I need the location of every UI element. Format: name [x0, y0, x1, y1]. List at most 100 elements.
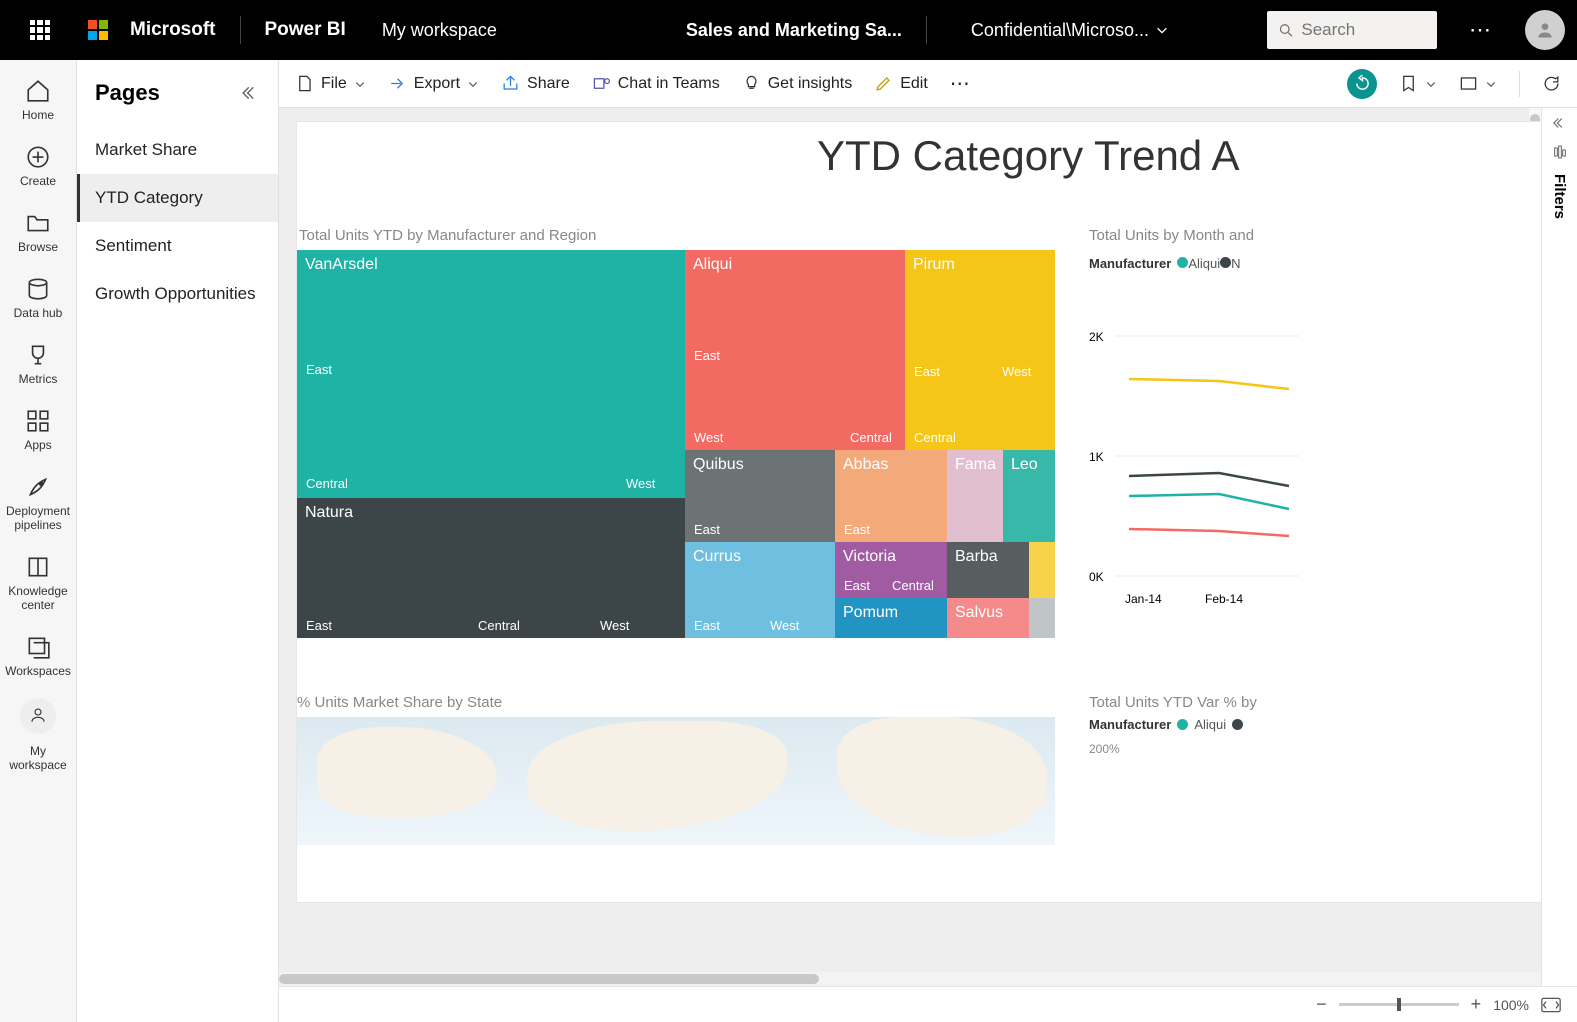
product-name[interactable]: Power BI: [265, 19, 346, 41]
more-commands-button[interactable]: ⋯: [950, 71, 972, 96]
pages-pane: Pages Market ShareYTD CategorySentimentG…: [77, 60, 279, 1022]
bookmark-icon: [1399, 74, 1418, 93]
nav-workspaces[interactable]: Workspaces: [0, 628, 76, 684]
header-divider: [926, 16, 927, 44]
treemap-cell[interactable]: VictoriaEastCentral: [835, 542, 947, 598]
map-visual[interactable]: % Units Market Share by State: [297, 694, 1057, 894]
zoom-slider[interactable]: [1339, 1003, 1459, 1006]
svg-text:1K: 1K: [1089, 450, 1104, 464]
sensitivity-text: Confidential\Microso...: [971, 20, 1149, 41]
zoom-in-button[interactable]: +: [1471, 994, 1482, 1015]
page-tab[interactable]: Market Share: [77, 126, 278, 174]
treemap-cell[interactable]: AliquiEastWestCentral: [685, 250, 905, 450]
nav-apps[interactable]: Apps: [0, 402, 76, 458]
treemap-region-label: East: [689, 616, 725, 635]
zoom-bar: − + 100%: [279, 986, 1577, 1022]
treemap-cell[interactable]: Fama: [947, 450, 1003, 542]
share-icon: [501, 74, 520, 93]
linechart2-visual[interactable]: Total Units YTD Var % by Manufacturer Al…: [1089, 694, 1419, 756]
report-name[interactable]: Sales and Marketing Sa...: [686, 20, 902, 41]
search-input[interactable]: [1301, 20, 1425, 40]
nav-home[interactable]: Home: [0, 72, 76, 128]
report-canvas[interactable]: YTD Category Trend A Total Units YTD by …: [297, 122, 1577, 902]
teams-button[interactable]: Chat in Teams: [592, 74, 720, 93]
search-box[interactable]: [1267, 11, 1437, 49]
treemap-cell-label: Aliqui: [685, 250, 905, 280]
app-launcher-icon[interactable]: [30, 20, 50, 40]
more-options-button[interactable]: ⋯: [1469, 17, 1493, 43]
svg-text:Feb-14: Feb-14: [1205, 592, 1243, 606]
insights-button[interactable]: Get insights: [742, 74, 852, 93]
treemap-cell-label: Barba: [947, 542, 1029, 572]
nav-label: Apps: [24, 438, 51, 452]
zoom-out-button[interactable]: −: [1316, 994, 1327, 1015]
legend-item: Aliqui: [1188, 256, 1220, 271]
sensitivity-label[interactable]: Confidential\Microso...: [971, 20, 1169, 41]
reset-button[interactable]: [1347, 69, 1377, 99]
view-menu[interactable]: [1459, 74, 1497, 93]
legend-swatch: [1177, 257, 1188, 268]
page-tab[interactable]: Growth Opportunities: [77, 270, 278, 318]
expand-pane-icon[interactable]: [1553, 116, 1567, 130]
treemap-cell-label: Salvus: [947, 598, 1029, 628]
nav-metrics[interactable]: Metrics: [0, 336, 76, 392]
cmd-label: Chat in Teams: [618, 75, 720, 93]
treemap-cell[interactable]: VanArsdelEastCentralWest: [297, 250, 685, 498]
nav-learn[interactable]: Knowledge center: [0, 548, 76, 618]
nav-create[interactable]: Create: [0, 138, 76, 194]
home-icon: [25, 78, 51, 104]
horizontal-scrollbar[interactable]: [279, 972, 1543, 986]
treemap-cell[interactable]: Barba: [947, 542, 1029, 598]
page-tab[interactable]: YTD Category: [77, 174, 278, 222]
treemap-cell[interactable]: Leo: [1003, 450, 1055, 542]
treemap-region-label: West: [621, 474, 660, 493]
svg-text:2K: 2K: [1089, 330, 1104, 344]
treemap-cell[interactable]: AbbasEast: [835, 450, 947, 542]
export-menu[interactable]: Export: [388, 74, 479, 93]
legend-item: N: [1231, 256, 1240, 271]
linechart-visual[interactable]: Total Units by Month and Manufacturer Al…: [1089, 250, 1419, 657]
legend: Manufacturer Aliqui: [1089, 717, 1419, 732]
treemap-region-label: East: [301, 616, 337, 635]
treemap-cell[interactable]: PirumEastWestCentral: [905, 250, 1055, 450]
page-tab[interactable]: Sentiment: [77, 222, 278, 270]
collapse-pane-icon[interactable]: [242, 84, 260, 102]
treemap-cell-label: Pomum: [835, 598, 947, 628]
treemap-cell-label: Currus: [685, 542, 835, 572]
treemap-visual[interactable]: Total Units YTD by Manufacturer and Regi…: [297, 250, 1055, 657]
work-area: File Export Share Chat in Teams Get insi…: [279, 60, 1577, 1022]
account-avatar[interactable]: [1525, 10, 1565, 50]
nav-browse[interactable]: Browse: [0, 204, 76, 260]
cmd-label: File: [321, 75, 347, 93]
treemap-cell[interactable]: CurrusEastWest: [685, 542, 835, 638]
export-icon: [388, 74, 407, 93]
nav-myworkspace[interactable]: [20, 698, 56, 734]
edit-button[interactable]: Edit: [874, 74, 928, 93]
pages-title: Pages: [95, 80, 160, 106]
bookmark-menu[interactable]: [1399, 74, 1437, 93]
fit-to-page-icon[interactable]: [1541, 997, 1561, 1013]
treemap-region-label: Central: [909, 428, 961, 447]
nav-label: Knowledge center: [0, 584, 76, 612]
nav-label: My workspace: [0, 744, 76, 772]
treemap-cell[interactable]: Salvus: [947, 598, 1029, 638]
treemap-cell[interactable]: NaturaEastCentralWest: [297, 498, 685, 638]
treemap-cell[interactable]: [1029, 598, 1055, 638]
share-button[interactable]: Share: [501, 74, 570, 93]
workspace-breadcrumb[interactable]: My workspace: [382, 20, 497, 41]
nav-datahub[interactable]: Data hub: [0, 270, 76, 326]
legend: Manufacturer AliquiN: [1089, 256, 1419, 271]
treemap-cell[interactable]: [1029, 542, 1055, 598]
treemap-cell[interactable]: QuibusEast: [685, 450, 835, 542]
filter-icon: [1552, 144, 1568, 160]
treemap-cell[interactable]: Pomum: [835, 598, 947, 638]
nav-label: Home: [22, 108, 54, 122]
visual-title: Total Units by Month and: [1089, 227, 1254, 244]
folder-icon: [25, 210, 51, 236]
filters-pane-collapsed[interactable]: Filters: [1541, 108, 1577, 1022]
nav-deploy[interactable]: Deployment pipelines: [0, 468, 76, 538]
treemap-region-label: Central: [301, 474, 353, 493]
file-menu[interactable]: File: [295, 74, 366, 93]
refresh-icon[interactable]: [1542, 74, 1561, 93]
page-title: YTD Category Trend A: [817, 132, 1517, 180]
